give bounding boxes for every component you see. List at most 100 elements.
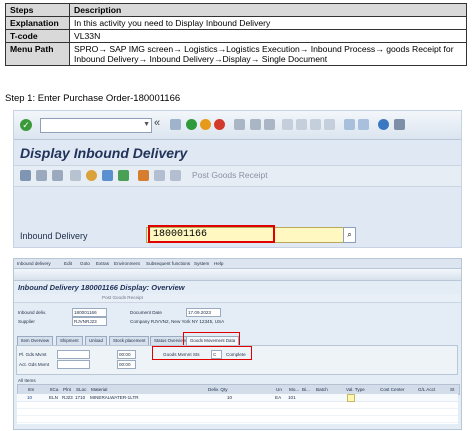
instruction-table: Steps Description Explanation In this ac…: [5, 3, 467, 66]
delivery-quantity: 10: [227, 395, 233, 400]
company-address: Company RJVVN2, New York NY 12345, USA: [130, 319, 225, 324]
actual-gds-mvmt-label: Act. Gds Mvmt: [19, 362, 50, 367]
document-date-field[interactable]: 17.09.2023: [186, 308, 221, 317]
storage-location: 1710: [75, 395, 86, 400]
shortcut-icon[interactable]: [358, 119, 369, 130]
instruction-value: In this activity you need to Display Inb…: [69, 16, 467, 30]
highlight-box: [152, 346, 252, 360]
inbound-deliv-field[interactable]: 180001166: [72, 308, 107, 317]
first-page-icon[interactable]: [282, 119, 293, 130]
column-header[interactable]: Plnt: [63, 387, 71, 392]
description-header: Description: [69, 3, 467, 17]
item-category: ELN: [49, 395, 58, 400]
page-title: Inbound Delivery 180001166 Display: Over…: [18, 283, 185, 292]
layout-menu-icon[interactable]: [394, 119, 405, 130]
find-icon[interactable]: [250, 119, 261, 130]
post-goods-receipt-button[interactable]: Post Goods Receipt: [192, 170, 268, 180]
instruction-row: Explanation In this activity you need to…: [5, 16, 467, 30]
movement-type: 101: [288, 395, 296, 400]
copy-icon[interactable]: [36, 170, 47, 181]
inbound-deliv-label: Inbound deliv.: [18, 310, 47, 315]
instruction-key: Explanation: [5, 16, 70, 30]
table-row[interactable]: 10 ELN RJ23 1710 MINERALWATER-1LTR 10 EA…: [17, 394, 458, 402]
menu-item[interactable]: System: [194, 261, 209, 266]
instruction-row: T-code VL33N: [5, 29, 467, 43]
planned-gds-mvmt-date[interactable]: [57, 350, 90, 359]
column-header[interactable]: Itm: [28, 387, 34, 392]
instruction-row: Menu Path SPRO→ SAP IMG screen→ Logistic…: [5, 42, 467, 66]
next-page-icon[interactable]: [310, 119, 321, 130]
menu-item[interactable]: Inbound delivery: [17, 261, 51, 266]
column-header[interactable]: Deliv. Qty: [208, 387, 228, 392]
command-field[interactable]: ▼: [40, 118, 152, 133]
items-icon[interactable]: [118, 170, 129, 181]
planned-gds-mvmt-label: Pl. Gds Mvmt: [19, 352, 47, 357]
highlight-box: [183, 332, 240, 346]
supplier-field[interactable]: RJVNRJ23: [72, 317, 107, 326]
previous-page-icon[interactable]: [296, 119, 307, 130]
menu-item[interactable]: Environment: [114, 261, 140, 266]
page-title: Display Inbound Delivery: [20, 145, 188, 161]
document-date-label: Document Date: [130, 310, 162, 315]
menu-item[interactable]: Extras: [96, 261, 109, 266]
column-header[interactable]: SLoc: [76, 387, 86, 392]
column-header[interactable]: Batch: [316, 387, 328, 392]
steps-header: Steps: [5, 3, 70, 17]
planned-gds-mvmt-time[interactable]: 00:00: [117, 350, 136, 359]
print-icon[interactable]: [234, 119, 245, 130]
instruction-value: SPRO→ SAP IMG screen→ Logistics→Logistic…: [69, 42, 467, 66]
column-header[interactable]: G/L Acct: [418, 387, 435, 392]
document-icon[interactable]: [70, 170, 81, 181]
instruction-header-row: Steps Description: [5, 3, 467, 17]
menu-item[interactable]: Edit: [64, 261, 72, 266]
actual-gds-mvmt-date[interactable]: [57, 360, 90, 369]
partner-icon[interactable]: [86, 170, 97, 181]
system-toolbar: [14, 269, 461, 281]
header-icon[interactable]: [102, 170, 113, 181]
back-icon[interactable]: «: [154, 117, 160, 129]
menu-item[interactable]: Goto: [80, 261, 90, 266]
chevron-down-icon[interactable]: ▼: [143, 121, 150, 128]
column-header[interactable]: Val. Type: [346, 387, 365, 392]
column-header[interactable]: Un: [276, 387, 282, 392]
help-icon[interactable]: [378, 119, 389, 130]
post-goods-receipt-button[interactable]: Post Goods Receipt: [102, 295, 143, 300]
exit-icon[interactable]: [200, 119, 211, 130]
val-type-field[interactable]: [347, 394, 355, 402]
cancel-icon[interactable]: [214, 119, 225, 130]
highlight-box: [148, 225, 275, 243]
column-header[interactable]: St: [450, 387, 454, 392]
column-header[interactable]: Cost Center: [380, 387, 405, 392]
new-session-icon[interactable]: [344, 119, 355, 130]
back-nav-icon[interactable]: [186, 119, 197, 130]
supplier-label: Supplier: [18, 319, 35, 324]
menu-item[interactable]: Subsequent functions: [146, 261, 190, 266]
instruction-value: VL33N: [69, 29, 467, 43]
column-header[interactable]: ItCa: [50, 387, 58, 392]
all-items-title: All Items: [18, 378, 36, 383]
save-icon[interactable]: [170, 119, 181, 130]
application-toolbar: Post Goods Receipt: [14, 294, 461, 303]
tools-icon[interactable]: [20, 170, 31, 181]
search-help-icon[interactable]: ⌕: [343, 227, 356, 243]
sap-screen-overview: Inbound delivery Edit Goto Extras Enviro…: [13, 258, 462, 430]
menu-bar: Inbound delivery Edit Goto Extras Enviro…: [14, 259, 461, 269]
last-page-icon[interactable]: [324, 119, 335, 130]
instruction-key: T-code: [5, 29, 70, 43]
system-toolbar: ✓ ▼ «: [14, 111, 461, 140]
column-header[interactable]: Mo...: [289, 387, 299, 392]
grid-icon[interactable]: [170, 170, 181, 181]
display-icon[interactable]: [154, 170, 165, 181]
step-1-caption: Step 1: Enter Purchase Order-180001166: [5, 93, 181, 104]
column-header[interactable]: Bi...: [302, 387, 310, 392]
find-next-icon[interactable]: [264, 119, 275, 130]
plant: RJ23: [62, 395, 73, 400]
menu-item[interactable]: Help: [214, 261, 223, 266]
delete-icon[interactable]: [52, 170, 63, 181]
process-icon[interactable]: [138, 170, 149, 181]
material: MINERALWATER-1LTR: [90, 395, 139, 400]
enter-check-icon[interactable]: ✓: [20, 119, 32, 131]
column-header[interactable]: Material: [91, 387, 107, 392]
actual-gds-mvmt-time[interactable]: 00:00: [117, 360, 136, 369]
unit: EA: [275, 395, 282, 400]
